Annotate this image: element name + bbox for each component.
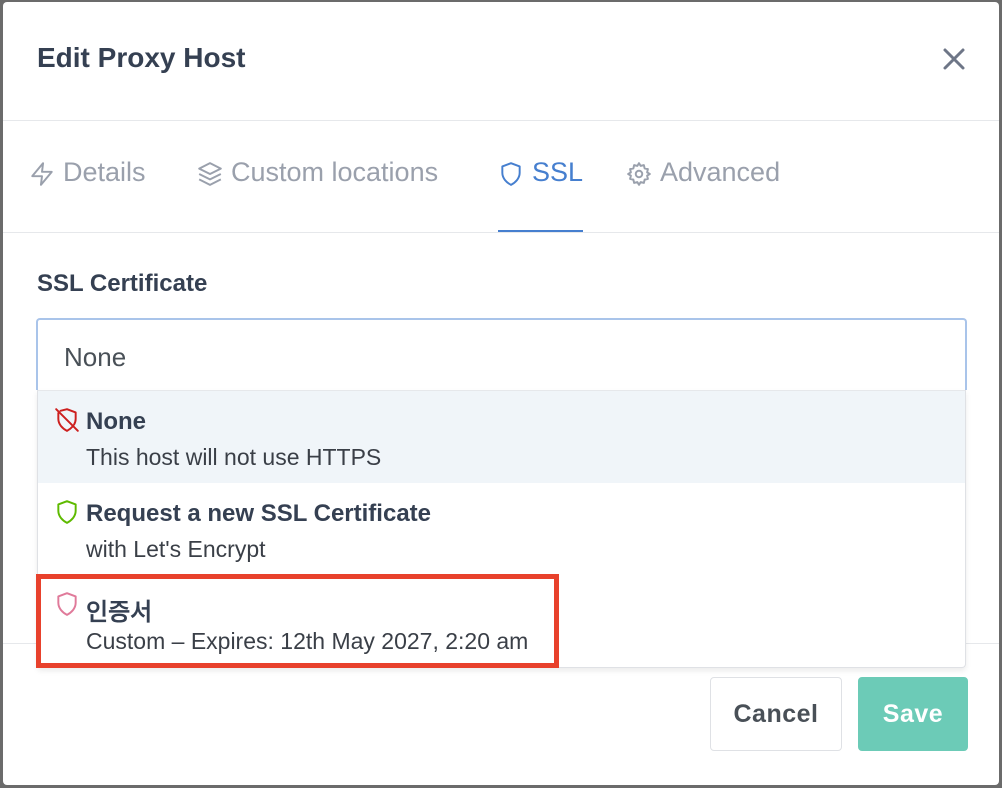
tab-bar: Details Custom locations SSL Advanced xyxy=(3,121,999,233)
tab-advanced[interactable]: Advanced xyxy=(626,157,780,232)
option-custom-certificate[interactable]: 인증서 Custom – Expires: 12th May 2027, 2:2… xyxy=(38,575,965,667)
option-title: 인증서 xyxy=(86,599,153,626)
modal-title: Edit Proxy Host xyxy=(37,42,246,73)
shield-icon xyxy=(57,500,77,524)
option-title: Request a new SSL Certificate xyxy=(86,500,431,527)
select-value: None xyxy=(64,342,127,372)
tab-label: Custom locations xyxy=(231,157,439,187)
option-none[interactable]: None This host will not use HTTPS xyxy=(38,391,965,483)
tab-custom-locations[interactable]: Custom locations xyxy=(197,157,438,232)
option-request-new-certificate[interactable]: Request a new SSL Certificate with Let's… xyxy=(38,483,965,575)
cancel-button[interactable]: Cancel xyxy=(710,677,842,751)
edit-proxy-host-modal: Edit Proxy Host Details Custom locations xyxy=(3,2,999,785)
save-button[interactable]: Save xyxy=(858,677,968,751)
close-button[interactable] xyxy=(939,44,969,74)
ssl-certificate-select[interactable]: None xyxy=(36,318,967,390)
tab-details[interactable]: Details xyxy=(29,157,146,232)
ssl-certificate-dropdown: None This host will not use HTTPS Reques… xyxy=(37,390,966,668)
modal-header: Edit Proxy Host xyxy=(3,2,999,121)
tab-label: SSL xyxy=(532,157,584,187)
shield-icon xyxy=(501,162,521,186)
bolt-icon xyxy=(31,162,53,186)
tab-label: Advanced xyxy=(660,157,781,187)
option-subtitle: Custom – Expires: 12th May 2027, 2:20 am xyxy=(86,628,529,654)
option-subtitle: with Let's Encrypt xyxy=(86,536,266,562)
ssl-certificate-label: SSL Certificate xyxy=(37,270,208,297)
option-title: None xyxy=(86,408,146,435)
tab-ssl[interactable]: SSL xyxy=(498,157,584,232)
shield-icon xyxy=(57,592,77,616)
option-subtitle: This host will not use HTTPS xyxy=(86,444,382,470)
close-icon xyxy=(943,48,965,70)
layers-icon xyxy=(198,162,222,186)
gear-icon xyxy=(627,162,651,186)
shield-off-icon xyxy=(55,408,79,432)
tab-label: Details xyxy=(63,157,146,187)
